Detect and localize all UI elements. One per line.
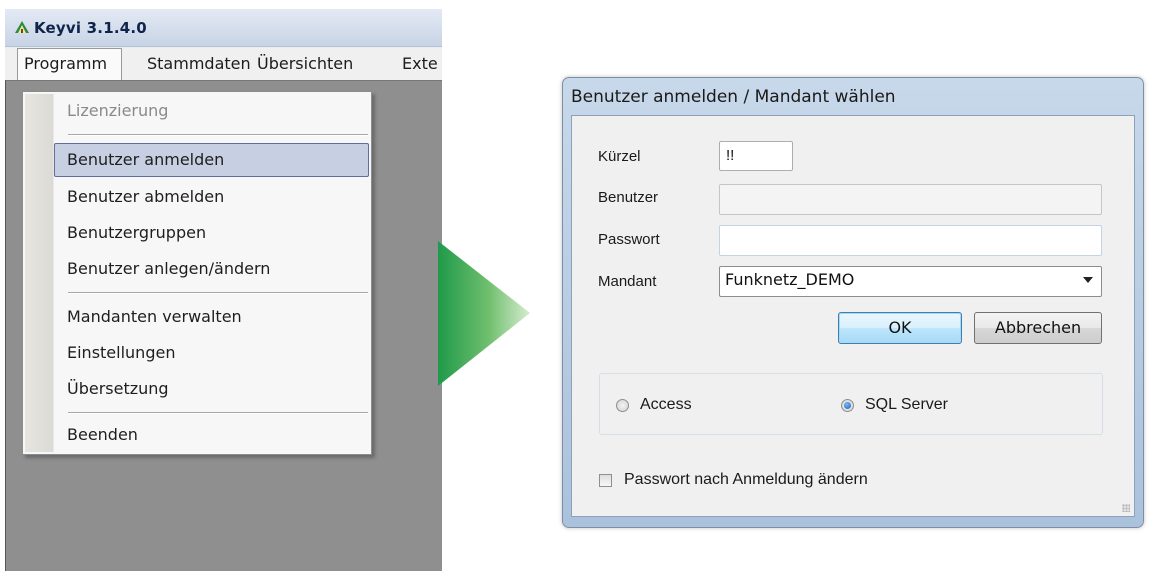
mandant-select[interactable]: Funknetz_DEMO — [719, 266, 1102, 297]
resize-grip-icon[interactable] — [1122, 504, 1130, 512]
mandant-value: Funknetz_DEMO — [725, 270, 855, 289]
passwort-label: Passwort — [598, 231, 660, 248]
dialog-title: Benutzer anmelden / Mandant wählen — [571, 87, 896, 107]
menu-programm[interactable]: Programm — [17, 48, 122, 80]
menu-item-beenden[interactable]: Beenden — [67, 418, 138, 451]
chevron-down-icon[interactable] — [1083, 277, 1093, 283]
menu-item-mandanten-verwalten[interactable]: Mandanten verwalten — [67, 300, 242, 333]
menu-item-benutzer-anmelden[interactable]: Benutzer anmelden — [67, 143, 224, 176]
change-password-label[interactable]: Passwort nach Anmeldung ändern — [624, 471, 868, 489]
passwort-field[interactable] — [719, 225, 1102, 256]
kuerzel-value: !! — [726, 147, 735, 164]
radio-sql-server-label[interactable]: SQL Server — [865, 396, 948, 414]
menu-bar: Programm Stammdaten Übersichten Exte — [5, 48, 442, 80]
cancel-button[interactable]: Abbrechen — [974, 312, 1102, 344]
menu-separator — [68, 134, 368, 136]
radio-selected-dot — [844, 402, 851, 409]
kuerzel-label: Kürzel — [598, 148, 641, 165]
app-logo-icon — [15, 21, 29, 33]
menu-separator — [68, 292, 368, 294]
menu-uebersichten[interactable]: Übersichten — [257, 48, 353, 80]
radio-access-label[interactable]: Access — [640, 396, 692, 414]
dialog-content: Kürzel !! Benutzer Passwort Mandant Funk… — [571, 115, 1135, 517]
menu-icon-gutter — [25, 94, 54, 452]
menu-item-uebersetzung[interactable]: Übersetzung — [67, 372, 169, 405]
menu-item-einstellungen[interactable]: Einstellungen — [67, 336, 175, 369]
database-radio-group: Access SQL Server — [599, 373, 1103, 435]
benutzer-field[interactable] — [719, 184, 1102, 215]
radio-access[interactable] — [616, 399, 629, 412]
menu-item-benutzer-abmelden[interactable]: Benutzer abmelden — [67, 180, 224, 213]
ok-button[interactable]: OK — [838, 312, 962, 344]
programm-dropdown-menu: Lizenzierung Benutzer anmelden Benutzer … — [22, 91, 372, 455]
radio-sql-server[interactable] — [841, 399, 854, 412]
title-bar: Keyvi 3.1.4.0 — [5, 9, 442, 47]
menu-separator — [68, 412, 368, 414]
menu-item-benutzergruppen[interactable]: Benutzergruppen — [67, 216, 206, 249]
mandant-label: Mandant — [598, 273, 657, 290]
menu-item-benutzer-anlegen[interactable]: Benutzer anlegen/ändern — [67, 252, 270, 285]
app-window: Keyvi 3.1.4.0 Programm Stammdaten Übersi… — [5, 9, 442, 571]
kuerzel-field[interactable]: !! — [719, 141, 793, 171]
app-title: Keyvi 3.1.4.0 — [34, 19, 147, 37]
menu-stammdaten[interactable]: Stammdaten — [147, 48, 251, 80]
menu-item-lizenzierung: Lizenzierung — [67, 101, 169, 120]
change-password-checkbox[interactable] — [599, 474, 612, 487]
login-dialog: Benutzer anmelden / Mandant wählen Kürze… — [562, 77, 1144, 528]
menu-extras[interactable]: Exte — [402, 48, 438, 80]
arrow-right-icon — [438, 241, 530, 386]
benutzer-label: Benutzer — [598, 189, 659, 206]
